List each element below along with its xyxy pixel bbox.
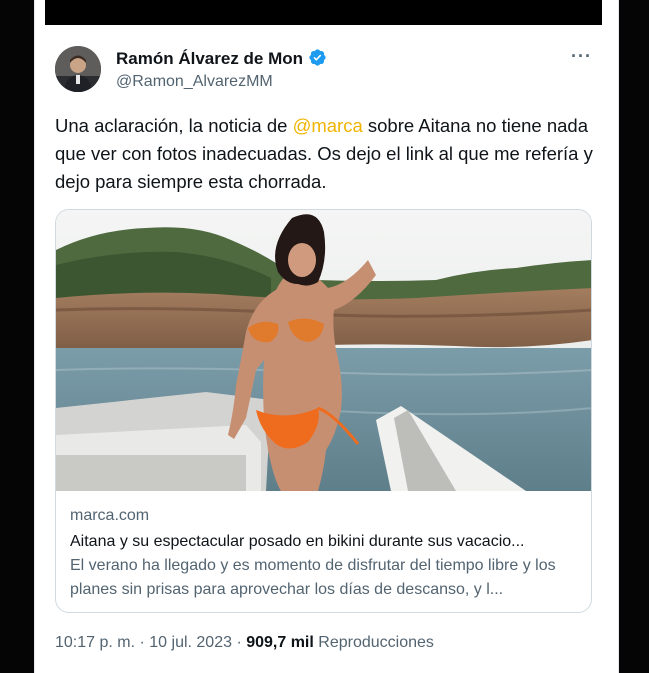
author-name[interactable]: Ramón Álvarez de Mon [116,48,327,69]
author-name-text: Ramón Álvarez de Mon [116,49,304,68]
meta-separator: · [232,634,247,651]
link-preview-card[interactable]: marca.com Aitana y su espectacular posad… [55,209,592,613]
link-preview-photo [56,210,591,491]
tweet-time[interactable]: 10:17 p. m. [55,634,135,651]
tweet-date[interactable]: 10 jul. 2023 [149,634,232,651]
meta-separator: · [135,634,150,651]
views-label: Reproducciones [318,634,434,651]
views-count: 909,7 mil [246,634,314,651]
link-domain: marca.com [70,507,150,524]
right-border [619,0,649,673]
author-handle[interactable]: @Ramon_AlvarezMM [116,73,273,91]
tweet-meta: 10:17 p. m. · 10 jul. 2023 · 909,7 mil R… [55,634,434,652]
verified-badge-icon [309,49,326,66]
left-border [0,0,34,673]
tweet-card: Ramón Álvarez de Mon @Ramon_AlvarezMM ··… [34,0,619,673]
avatar-photo [55,46,101,92]
link-description: El verano ha llegado y es momento de dis… [70,557,556,598]
link-title: Aitana y su espectacular posado en bikin… [70,533,525,550]
link-preview-meta: marca.com Aitana y su espectacular posad… [70,506,580,602]
more-options-icon[interactable]: ··· [571,46,592,67]
top-black-strip [45,0,602,25]
avatar[interactable] [55,46,101,92]
tweet-text-before: Una aclaración, la noticia de [55,115,293,136]
tweet-text: Una aclaración, la noticia de @marca sob… [55,112,600,196]
mention-link[interactable]: @marca [293,115,363,136]
